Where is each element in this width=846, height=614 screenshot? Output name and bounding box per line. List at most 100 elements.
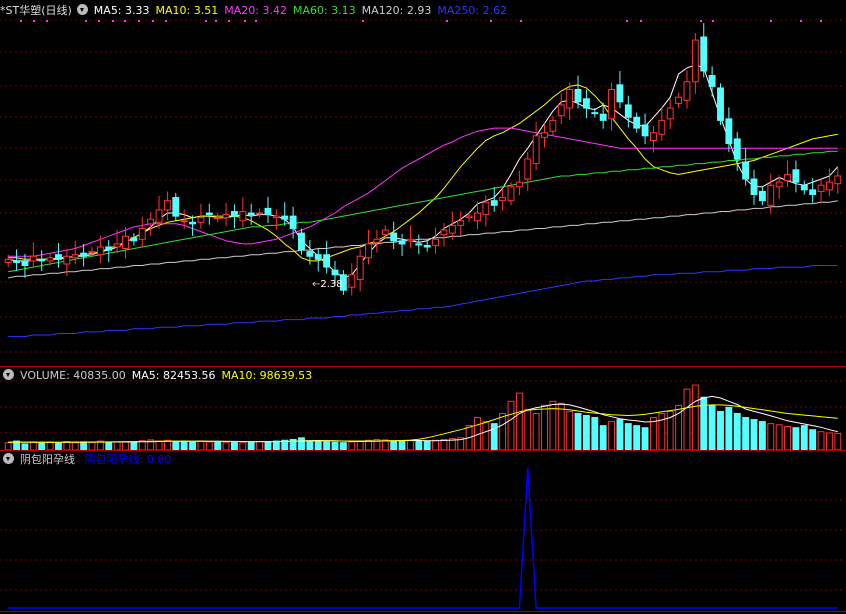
candle-body [130, 237, 138, 242]
candle [666, 98, 674, 130]
candle [608, 82, 615, 131]
candle-body [482, 201, 490, 216]
volume-bar [298, 437, 305, 451]
candle [314, 247, 322, 272]
volume-bar [105, 442, 113, 451]
volume-bar [398, 440, 406, 451]
volume-bar [122, 440, 129, 451]
volume-bar [532, 412, 540, 451]
volume-bar [88, 441, 96, 451]
indicator-dropdown-icon[interactable] [3, 453, 14, 464]
candle-body [448, 224, 456, 234]
volume-bar [4, 442, 12, 451]
candle-body [750, 178, 758, 195]
candle-body [189, 221, 196, 225]
volume-bar [524, 408, 532, 451]
candle [809, 178, 817, 203]
volume-bar [21, 443, 29, 451]
stock-chart [0, 19, 846, 612]
candle-body [214, 217, 222, 220]
volume-bar [482, 421, 490, 451]
candle [390, 221, 398, 250]
candle [566, 82, 574, 121]
candle [616, 70, 624, 109]
candle-body [105, 246, 113, 251]
volume-bar [717, 410, 724, 451]
signal-dot [520, 20, 522, 22]
volume-dropdown-icon[interactable] [3, 369, 14, 380]
candle-body [691, 39, 699, 83]
volume-bar [775, 424, 783, 451]
volume-bar [683, 388, 691, 451]
candle [281, 202, 289, 226]
candle [406, 225, 414, 248]
volume-bar [222, 441, 230, 451]
stock-title[interactable]: *ST华塑(日线) [0, 4, 72, 17]
indicator-name[interactable]: 阴包阳孕线 [20, 453, 75, 466]
candle [163, 191, 171, 221]
candle-body [557, 104, 565, 117]
candle [147, 212, 155, 236]
vol-legend-ma5: MA5: 82453.56 [131, 369, 216, 382]
signal-dot [446, 20, 448, 22]
candle-body [38, 258, 46, 262]
volume-bar [792, 427, 800, 451]
volume-bar [71, 442, 79, 451]
candle-body [599, 113, 607, 121]
candle [323, 240, 331, 274]
panel-frames [0, 366, 846, 612]
candle-body [532, 135, 540, 165]
candle [633, 112, 641, 133]
candle-body [96, 246, 104, 256]
volume-bar [113, 441, 121, 451]
dropdown-icon[interactable] [76, 4, 88, 15]
candle-body [733, 138, 741, 160]
signal-dot [46, 20, 48, 22]
candle-body [331, 269, 339, 276]
candle-body [490, 200, 498, 206]
volume-bar [733, 412, 741, 451]
candle-body [172, 197, 180, 217]
signal-dot [820, 20, 822, 22]
low-price-value: 2.38 [320, 279, 343, 290]
candle-body [834, 175, 842, 185]
candle-body [742, 161, 750, 180]
candle-body [457, 220, 465, 226]
candle-body [817, 184, 825, 192]
candle-body [775, 181, 783, 188]
candle-body [155, 209, 163, 223]
candle-body [390, 232, 398, 242]
volume-bar [272, 440, 280, 451]
candle-body [13, 260, 21, 263]
candle-body [281, 215, 289, 220]
candle [532, 121, 540, 171]
candle [717, 83, 724, 126]
volume-bar [742, 417, 750, 451]
signal-dot [626, 20, 628, 22]
candle [138, 216, 146, 248]
signal-dot [138, 20, 140, 22]
candle [457, 211, 465, 236]
volume-bar [348, 441, 356, 451]
indicator-header: 阴包阳孕线 阴包阳孕线: 0.00 [0, 452, 177, 468]
signal-dot [98, 20, 100, 22]
signal-dot [640, 20, 642, 22]
candle-body [574, 88, 582, 103]
candle-body [239, 210, 247, 222]
volume-bar [406, 440, 414, 451]
volume-bar [306, 440, 314, 451]
candle-body [71, 254, 79, 259]
volume-bar [172, 441, 180, 451]
legend-ma60: MA60: 3.13 [292, 4, 356, 17]
candle-body [675, 96, 683, 104]
volume-bar [784, 425, 791, 451]
candle-body [365, 243, 372, 259]
candle-body [507, 186, 515, 202]
candle-body [683, 81, 691, 101]
candle [214, 213, 222, 223]
volume-bar [155, 440, 163, 451]
volume-bar [750, 419, 758, 451]
candle-body [205, 212, 213, 216]
candle-body [289, 215, 297, 229]
volume-bar [767, 423, 775, 451]
